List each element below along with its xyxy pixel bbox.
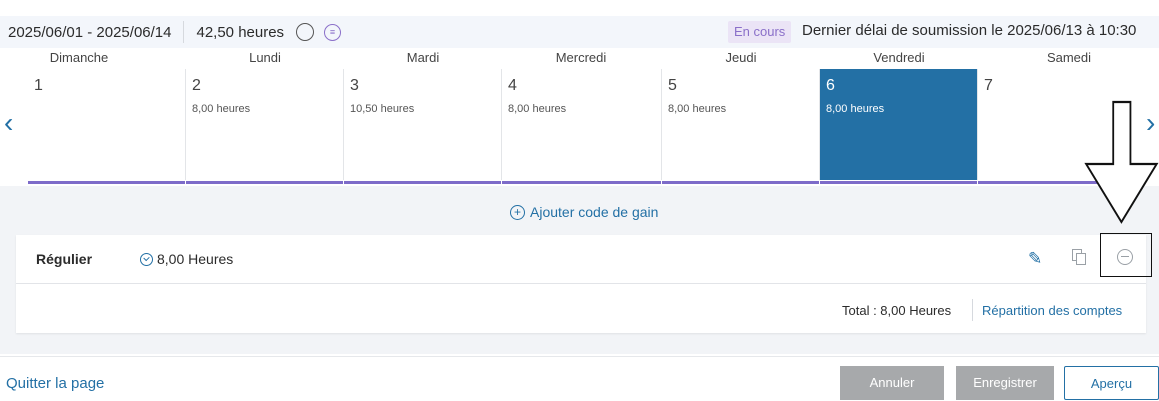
page-footer: Quitter la page Annuler Enregistrer Aper… xyxy=(0,356,1159,400)
day-cell[interactable]: 5 8,00 heures xyxy=(662,69,820,184)
day-cell[interactable]: 1 xyxy=(28,69,186,184)
day-hours: 8,00 heures xyxy=(192,103,251,115)
day-cell[interactable]: 2 8,00 heures xyxy=(186,69,344,184)
day-underline xyxy=(28,181,185,184)
period-header: 2025/06/01 - 2025/06/14 42,50 heures ≡ E… xyxy=(0,16,1159,48)
weekday-label: Lundi xyxy=(249,50,281,65)
copy-icon[interactable] xyxy=(1072,249,1086,265)
pencil-icon[interactable]: ✎ xyxy=(1028,249,1042,269)
cancel-button[interactable]: Annuler xyxy=(840,366,944,400)
status-badge: En cours xyxy=(728,21,792,43)
earning-entry-card: Régulier 8,00 Heures ✎ Total : 8,00 Heur… xyxy=(16,233,1152,333)
day-number: 7 xyxy=(984,77,993,94)
day-number: 5 xyxy=(668,77,677,94)
weekday-label: Jeudi xyxy=(725,50,757,65)
period-range: 2025/06/01 - 2025/06/14 xyxy=(8,23,172,41)
account-distribution-link[interactable]: Répartition des comptes xyxy=(982,303,1122,318)
add-earning-code-button[interactable]: + Ajouter code de gain xyxy=(510,204,658,220)
copy-icon-front xyxy=(1076,253,1086,265)
comment-icon[interactable]: ≡ xyxy=(324,23,342,41)
day-underline xyxy=(186,181,343,184)
minus-circle-icon[interactable] xyxy=(1117,249,1133,265)
preview-button[interactable]: Aperçu xyxy=(1064,366,1159,400)
day-underline xyxy=(662,181,819,184)
day-cell[interactable]: 4 8,00 heures xyxy=(502,69,662,184)
day-hours: 10,50 heures xyxy=(350,103,415,115)
weekday-label: Vendredi xyxy=(873,50,925,65)
total-hours-summary: Total : 8,00 Heures xyxy=(842,303,952,318)
weekday-label: Mardi xyxy=(406,50,440,65)
earning-hours: 8,00 Heures xyxy=(140,251,233,267)
save-button[interactable]: Enregistrer xyxy=(956,366,1054,400)
earning-entry-row: Régulier 8,00 Heures ✎ xyxy=(16,233,1152,284)
day-hours: 8,00 heures xyxy=(668,103,727,115)
weekday-label: Mercredi xyxy=(555,50,607,65)
info-icon[interactable] xyxy=(296,23,315,41)
earning-code: Régulier xyxy=(36,251,93,267)
total-divider xyxy=(972,299,973,321)
add-earning-code-label: Ajouter code de gain xyxy=(530,204,659,220)
earning-hours-value: 8,00 Heures xyxy=(157,251,234,267)
week-calendar: 1 2 8,00 heures 3 10,50 heures 4 8,00 he… xyxy=(0,69,1159,185)
day-underline xyxy=(502,181,661,184)
day-cell-selected[interactable]: 6 8,00 heures xyxy=(820,69,978,184)
day-number: 6 xyxy=(826,77,835,94)
day-number: 1 xyxy=(34,77,43,94)
day-number: 2 xyxy=(192,77,201,94)
weekday-label: Samedi xyxy=(1046,50,1092,65)
day-cell[interactable]: 3 10,50 heures xyxy=(344,69,502,184)
clock-icon xyxy=(140,252,153,266)
weekday-header-row: Dimanche Lundi Mardi Mercredi Jeudi Vend… xyxy=(0,50,1159,68)
submission-deadline: Dernier délai de soumission le 2025/06/1… xyxy=(802,22,1137,39)
day-number: 3 xyxy=(350,77,359,94)
day-number: 4 xyxy=(508,77,517,94)
day-underline xyxy=(344,181,501,184)
day-detail-panel: + Ajouter code de gain Régulier 8,00 Heu… xyxy=(0,186,1159,354)
down-arrow-annotation xyxy=(1084,100,1159,224)
plus-circle-icon: + xyxy=(510,204,525,220)
top-spacer xyxy=(0,0,1159,8)
header-divider xyxy=(183,21,185,43)
quit-page-link[interactable]: Quitter la page xyxy=(6,375,104,392)
weekday-label: Dimanche xyxy=(49,50,109,65)
day-hours: 8,00 heures xyxy=(508,103,567,115)
total-hours: 42,50 heures xyxy=(196,23,285,41)
chevron-left-icon[interactable]: ‹ xyxy=(4,107,13,139)
day-hours: 8,00 heures xyxy=(826,103,885,115)
day-underline xyxy=(820,181,977,184)
